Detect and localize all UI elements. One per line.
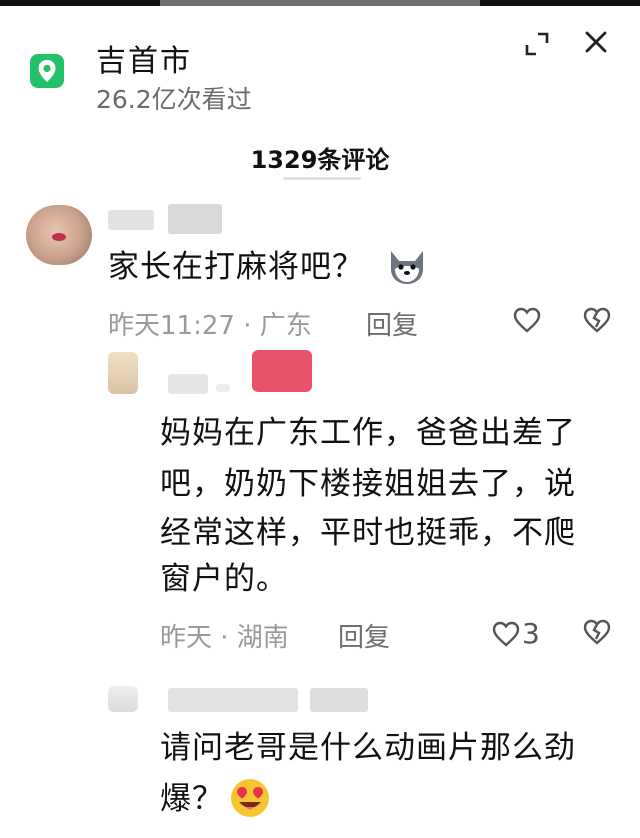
comment-text-line: 窗户的。: [160, 561, 288, 597]
map-pin-icon: [30, 54, 64, 88]
broken-heart-icon: [583, 307, 611, 333]
heart-icon: [513, 307, 541, 333]
heart-eyes-emoji: [231, 779, 269, 817]
blurred-username: [216, 384, 230, 392]
blurred-username: [168, 688, 298, 712]
reply-button[interactable]: 回复: [366, 305, 418, 342]
shiba-dog-emoji: [391, 251, 423, 284]
blurred-username: [310, 688, 368, 712]
blurred-username: [168, 374, 208, 394]
tab-underline: [283, 177, 361, 180]
location-title[interactable]: 吉首市: [96, 36, 192, 80]
comment-text-line: 吧，奶奶下楼接姐姐去了，说: [160, 466, 576, 502]
reply-button[interactable]: 回复: [338, 617, 390, 654]
avatar[interactable]: [108, 352, 138, 394]
blurred-username: [168, 204, 222, 234]
avatar-mouth: [52, 233, 66, 241]
avatar[interactable]: [26, 205, 92, 265]
comment-count-title: 1329条评论: [250, 146, 390, 174]
video-thumbnail-edge: [160, 0, 480, 6]
dislike-button[interactable]: [583, 307, 611, 337]
dislike-button[interactable]: [583, 619, 611, 649]
blurred-badge: [252, 350, 312, 392]
close-icon[interactable]: [582, 28, 610, 56]
comment-meta: 昨天11:27 · 广东: [108, 311, 312, 341]
comment-text-line: 请问老哥是什么动画片那么劲: [160, 730, 576, 766]
comment-text-line: 经常这样，平时也挺乖，不爬: [160, 515, 576, 551]
comment-text-line: 妈妈在广东工作，爸爸出差了: [160, 415, 576, 451]
view-count: 26.2亿次看过: [96, 85, 252, 114]
like-button[interactable]: [513, 307, 543, 333]
broken-heart-icon: [583, 619, 611, 645]
like-button[interactable]: 3: [492, 617, 540, 650]
avatar[interactable]: [108, 686, 138, 712]
comment-text: 家长在打麻将吧？: [108, 249, 364, 285]
like-count: 3: [522, 617, 540, 650]
top-image-strip: [0, 0, 640, 6]
comment-meta: 昨天 · 湖南: [160, 623, 289, 653]
comment-text-line: 爆？: [160, 781, 224, 817]
expand-icon[interactable]: [523, 30, 551, 58]
heart-icon: [492, 621, 520, 647]
blurred-username: [108, 210, 154, 230]
